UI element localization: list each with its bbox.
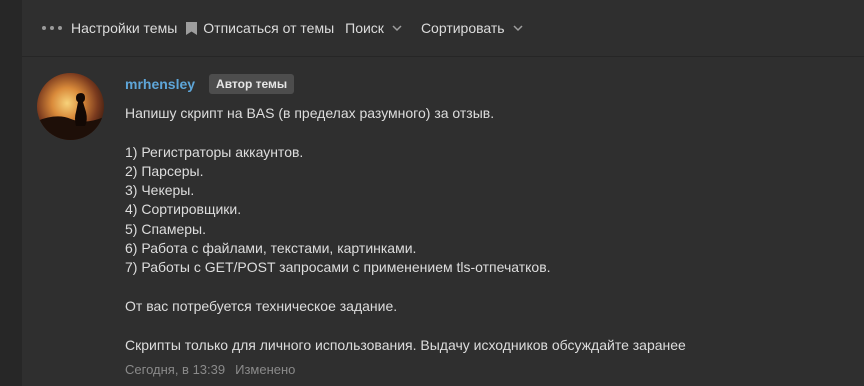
post-body: Напишу скрипт на BAS (в пределах разумно… — [125, 104, 845, 355]
thread-settings-button[interactable]: Настройки темы — [22, 20, 177, 36]
post-author-row: mrhensley Автор темы — [125, 73, 295, 95]
unsubscribe-button[interactable]: Отписаться от темы — [177, 20, 334, 36]
thread-panel: Настройки темы Отписаться от темы Поиск … — [22, 0, 864, 386]
thread-settings-label: Настройки темы — [71, 20, 178, 36]
thread-toolbar: Настройки темы Отписаться от темы Поиск … — [22, 0, 864, 57]
search-label: Поиск — [345, 20, 384, 36]
chevron-down-icon — [513, 25, 523, 32]
post: mrhensley Автор темы Напишу скрипт на BA… — [22, 57, 864, 386]
post-timestamp[interactable]: Сегодня, в 13:39 — [125, 362, 225, 377]
chevron-down-icon — [392, 25, 402, 32]
search-dropdown[interactable]: Поиск — [345, 20, 402, 36]
post-meta: Сегодня, в 13:39 Изменено — [125, 362, 295, 377]
unsubscribe-label: Отписаться от темы — [203, 20, 335, 36]
edited-label: Изменено — [235, 362, 296, 377]
sort-label: Сортировать — [420, 20, 505, 36]
list-item: 2) Парсеры. — [125, 162, 204, 179]
username-link[interactable]: mrhensley — [125, 76, 195, 92]
list-item: 5) Спамеры. — [125, 220, 206, 237]
sort-dropdown[interactable]: Сортировать — [421, 20, 523, 36]
bookmark-icon — [186, 21, 198, 35]
more-dots-icon — [42, 26, 62, 30]
author-badge: Автор темы — [209, 74, 295, 94]
list-item: 1) Регистраторы аккаунтов. — [125, 143, 304, 160]
post-intro: Напишу скрипт на BAS (в пределах разумно… — [125, 105, 495, 121]
list-item: 4) Сортировщики. — [125, 201, 242, 218]
list-item: 3) Чекеры. — [125, 182, 195, 199]
page-background: Настройки темы Отписаться от темы Поиск … — [0, 0, 864, 386]
avatar[interactable] — [37, 73, 104, 140]
post-note: Скрипты только для личного использования… — [125, 336, 686, 353]
list-item: 6) Работа с файлами, текстами, картинкам… — [125, 240, 417, 257]
list-item: 7) Работы с GET/POST запросами с примене… — [125, 259, 551, 276]
post-requirement: От вас потребуется техническое задание. — [125, 297, 398, 314]
